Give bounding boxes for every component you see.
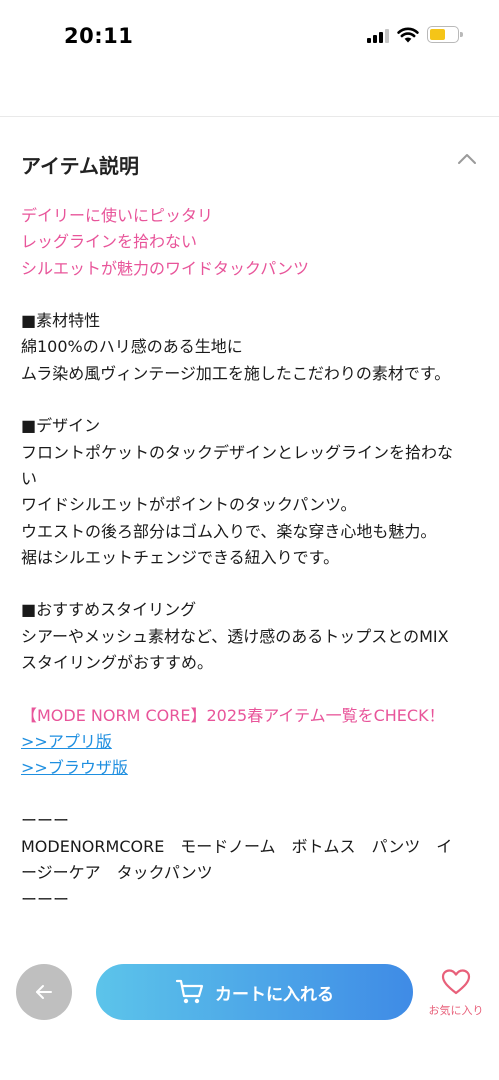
favorite-label: お気に入り xyxy=(428,1004,484,1017)
description-line: 綿100%のハリ感のある生地に xyxy=(21,337,243,357)
cellular-signal-icon xyxy=(367,27,389,43)
status-icons xyxy=(367,26,463,43)
description-line: スタイリングがおすすめ。 xyxy=(21,653,214,673)
status-bar: 20:11 xyxy=(0,0,499,60)
description-line: ワイドシルエットがポイントのタックパンツ。 xyxy=(21,495,357,515)
description-line: シルエットが魅力のワイドタックパンツ xyxy=(21,258,310,278)
description-link[interactable]: >>ブラウザ版 xyxy=(21,755,481,781)
header-divider xyxy=(0,116,499,117)
description-line: フロントポケットのタックデザインとレッグラインを拾わな xyxy=(21,442,454,462)
add-to-cart-label: カートに入れる xyxy=(215,984,334,1005)
description-line: MODENORMCORE モードノーム ボトムス パンツ イ xyxy=(21,837,453,857)
item-description: デイリーに使いにピッタリ レッグラインを拾わないシルエットが魅力のワイドタックパン… xyxy=(21,203,481,913)
back-button[interactable] xyxy=(16,964,72,1020)
description-line: ーーー xyxy=(21,889,70,909)
description-line: デイリーに使いにピッタリ xyxy=(21,206,214,225)
description-line: 裾はシルエットチェンジできる紐入りです。 xyxy=(21,547,340,567)
description-line: い xyxy=(21,468,38,488)
description-line: ■おすすめスタイリング xyxy=(21,600,197,620)
description-link[interactable]: >>アプリ版 xyxy=(21,729,481,755)
description-line: ■デザイン xyxy=(21,416,101,436)
add-to-cart-button[interactable]: カートに入れる xyxy=(96,964,413,1020)
status-time: 20:11 xyxy=(64,24,134,48)
description-line: ーーー xyxy=(21,810,70,830)
section-title: アイテム説明 xyxy=(21,154,139,178)
bottom-action-bar: カートに入れる お気に入り xyxy=(0,955,499,1035)
description-line: レッグラインを拾わない xyxy=(21,232,198,252)
description-line: 【MODE NORM CORE】2025春アイテム一覧をCHECK！ xyxy=(21,705,445,725)
description-line: ■素材特性 xyxy=(21,311,101,331)
cart-icon xyxy=(175,979,204,1004)
battery-icon xyxy=(427,26,463,43)
description-line: ムラ染め風ヴィンテージ加工を施したこだわりの素材です。 xyxy=(21,363,451,383)
chevron-up-icon[interactable] xyxy=(456,150,478,166)
wifi-icon xyxy=(397,27,419,42)
favorite-button[interactable]: お気に入り xyxy=(420,968,492,1018)
description-line: シアーやメッシュ素材など、透け感のあるトップスとのMIX xyxy=(21,626,449,646)
heart-icon xyxy=(441,969,471,995)
description-line: ウエストの後ろ部分はゴム入りで、楽な穿き心地も魅力。 xyxy=(21,521,437,541)
description-line: ージーケア タックパンツ xyxy=(21,863,213,883)
arrow-left-icon xyxy=(36,985,52,999)
